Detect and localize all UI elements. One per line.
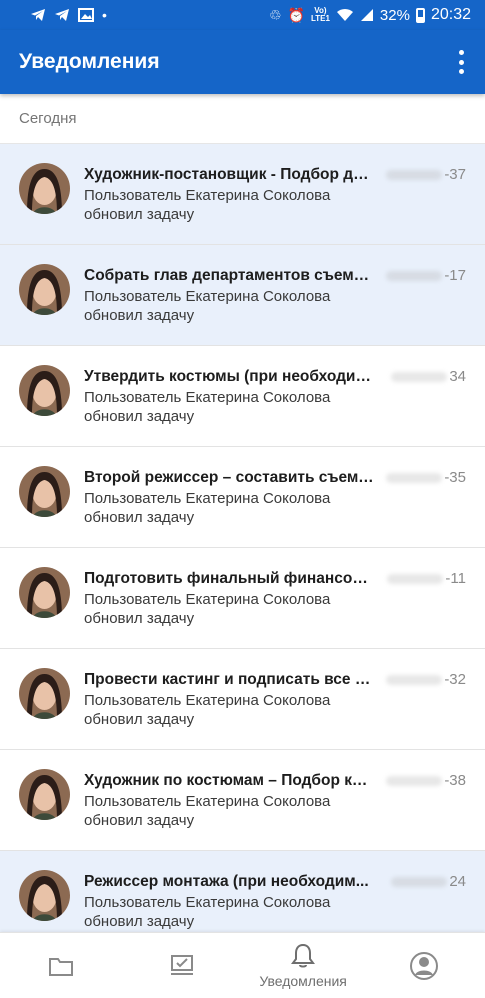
notification-action: обновил задачу — [84, 812, 195, 829]
telegram-icon — [55, 9, 69, 21]
notification-time: 34 — [391, 368, 466, 385]
telegram-icon — [31, 9, 45, 21]
notification-time: -37 — [386, 166, 466, 183]
notification-item[interactable]: Провести кастинг и подписать все д... -32… — [0, 649, 485, 750]
notification-title: Художник-постановщик - Подбор де... — [84, 166, 374, 183]
notification-action: обновил задачу — [84, 509, 195, 526]
avatar — [19, 870, 70, 921]
notification-author: Пользователь Екатерина Соколова — [84, 591, 331, 608]
avatar — [19, 264, 70, 315]
notification-action: обновил задачу — [84, 307, 195, 324]
notification-item[interactable]: Собрать глав департаментов съемо... -17 По… — [0, 245, 485, 346]
volte-icon: Vo) LTE1 — [310, 6, 330, 23]
gallery-icon — [78, 8, 94, 22]
notification-title: Провести кастинг и подписать все д... — [84, 671, 374, 688]
notification-title: Утвердить костюмы (при необходим... — [84, 368, 374, 385]
notification-author: Пользователь Екатерина Соколова — [84, 187, 331, 204]
notification-time: -32 — [386, 671, 466, 688]
notification-author: Пользователь Екатерина Соколова — [84, 389, 331, 406]
alarm-icon: ⏰ — [287, 7, 305, 23]
nav-profile[interactable] — [364, 933, 485, 998]
notification-author: Пользователь Екатерина Соколова — [84, 894, 331, 911]
page-title: Уведомления — [19, 50, 160, 73]
notification-title: Второй режиссер – составить съемо... — [84, 469, 374, 486]
section-header-today: Сегодня — [0, 94, 485, 144]
nav-notifications[interactable]: Уведомления — [243, 933, 364, 998]
notification-item[interactable]: Утвердить костюмы (при необходим... 34 Пол… — [0, 346, 485, 447]
notification-action: обновил задачу — [84, 711, 195, 728]
notification-action: обновил задачу — [84, 408, 195, 425]
recycle-icon: ♲ — [268, 7, 282, 23]
notification-time: -38 — [386, 772, 466, 789]
notification-title: Подготовить финальный финансовы... — [84, 570, 374, 587]
notification-list[interactable]: Художник-постановщик - Подбор де... -37 По… — [0, 144, 485, 952]
status-left: • — [30, 8, 107, 22]
notification-time: -17 — [386, 267, 466, 284]
avatar — [19, 567, 70, 618]
avatar — [19, 769, 70, 820]
bell-icon — [291, 943, 316, 967]
dot-icon: • — [102, 7, 107, 23]
avatar — [19, 668, 70, 719]
folder-icon — [48, 957, 73, 976]
notification-author: Пользователь Екатерина Соколова — [84, 692, 331, 709]
more-menu-button[interactable] — [451, 50, 471, 74]
notification-title: Собрать глав департаментов съемо... — [84, 267, 374, 284]
notification-time: -11 — [387, 570, 466, 587]
notification-action: обновил задачу — [84, 206, 195, 223]
notification-item[interactable]: Второй режиссер – составить съемо... -35 П… — [0, 447, 485, 548]
notification-author: Пользователь Екатерина Соколова — [84, 288, 331, 305]
notification-item[interactable]: Подготовить финальный финансовы... -11 Пол… — [0, 548, 485, 649]
profile-icon — [410, 951, 439, 980]
nav-notifications-label: Уведомления — [259, 972, 347, 989]
tasks-icon — [170, 954, 193, 975]
avatar — [19, 163, 70, 214]
avatar — [19, 466, 70, 517]
nav-projects[interactable] — [0, 933, 121, 998]
notification-title: Режиссер монтажа (при необходим... — [84, 873, 369, 890]
wifi-icon — [336, 8, 353, 21]
nav-tasks[interactable] — [121, 933, 242, 998]
notification-author: Пользователь Екатерина Соколова — [84, 490, 331, 507]
clock: 20:32 — [430, 6, 471, 23]
status-right: ♲ ⏰ Vo) LTE1 32% 20:32 — [269, 6, 471, 24]
notification-action: обновил задачу — [84, 610, 195, 627]
notification-item[interactable]: Художник по костюмам – Подбор ко... -38 По… — [0, 750, 485, 851]
notification-action: обновил задачу — [84, 913, 195, 930]
status-bar: • ♲ ⏰ Vo) LTE1 32% 20:32 — [0, 0, 485, 30]
notification-time: -35 — [386, 469, 466, 486]
notification-author: Пользователь Екатерина Соколова — [84, 793, 331, 810]
battery-percent: 32% — [379, 6, 410, 24]
app-bar: Уведомления — [0, 30, 485, 94]
bottom-nav: Уведомления — [0, 932, 485, 998]
notification-title: Художник по костюмам – Подбор ко... — [84, 772, 374, 789]
battery-icon — [415, 7, 425, 23]
signal-icon — [360, 9, 373, 21]
avatar — [19, 365, 70, 416]
more-vert-icon — [458, 50, 464, 55]
notification-time: 24 — [391, 873, 466, 890]
notification-item[interactable]: Художник-постановщик - Подбор де... -37 По… — [0, 144, 485, 245]
